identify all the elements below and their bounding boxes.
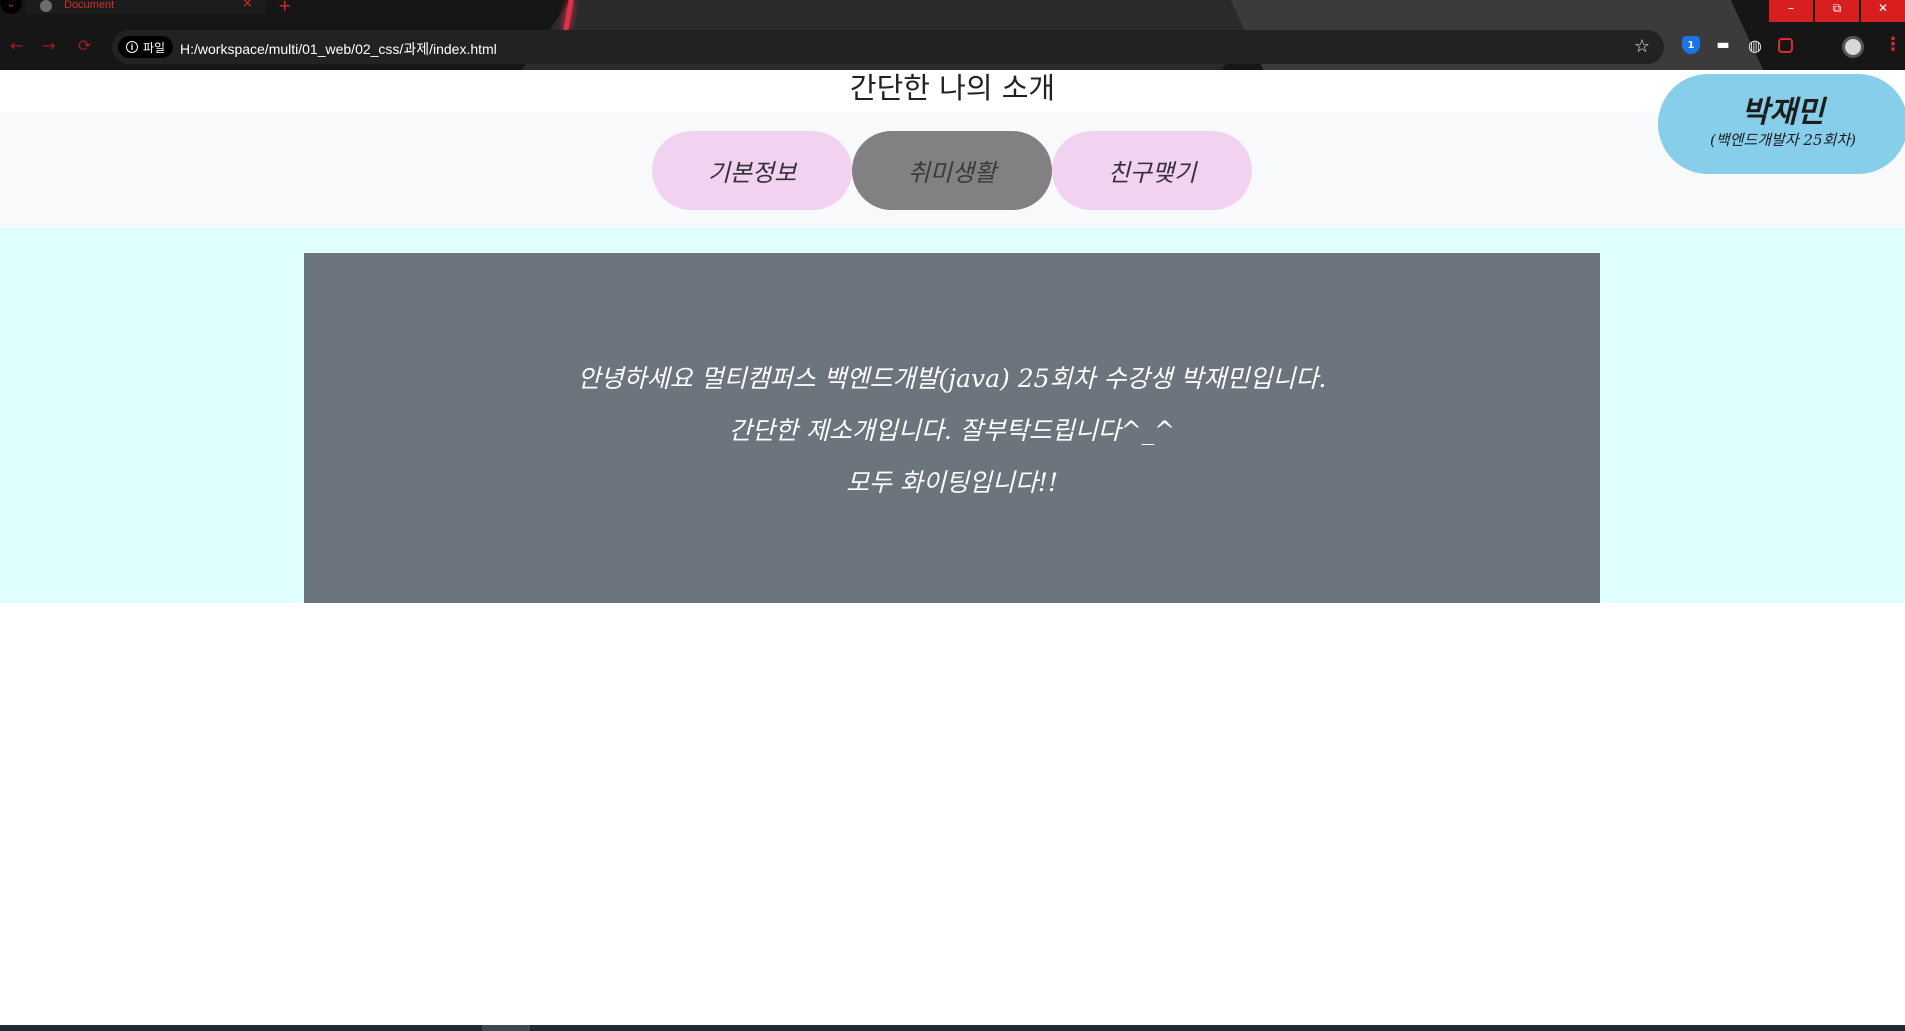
browser-toolbar: ← → ⟳ i 파일 H:/workspace/multi/01_web/02_… [0,28,1905,66]
info-icon: i [126,41,138,53]
nav-menu: 기본정보 취미생활 친구맺기 [652,131,1252,210]
minimize-button[interactable]: – [1769,0,1813,22]
nav-item-hobbies[interactable]: 취미생활 [852,131,1052,210]
site-info-chip[interactable]: i 파일 [118,36,174,58]
restore-button[interactable]: ⧉ [1815,0,1859,22]
bookmark-star-icon[interactable]: ☆ [1634,36,1650,57]
extension-icons: 1 ▬ ◍ [1682,36,1793,55]
puzzle-extension-icon[interactable] [1778,37,1793,53]
nav-item-friends[interactable]: 친구맺기 [1052,131,1252,210]
globe-extension-icon[interactable]: ◍ [1746,36,1764,55]
profile-subtitle: (백엔드개발자 25회차) [1710,131,1856,149]
shield-extension-icon[interactable]: 1 [1682,36,1700,54]
forward-arrow-icon[interactable]: → [42,36,55,55]
browser-chrome: ⌄ Document × + – ⧉ ✕ ← → ⟳ i 파일 H:/works… [0,0,1905,70]
intro-text: 안녕하세요 멀티캠퍼스 백엔드개발(java) 25회차 수강생 박재민입니다.… [304,353,1600,509]
tab-search-icon[interactable]: ⌄ [0,0,22,14]
profile-avatar[interactable] [1842,36,1864,58]
page-title: 간단한 나의 소개 [849,71,1056,105]
new-tab-button[interactable]: + [278,0,291,15]
globe-icon [40,0,52,12]
os-taskbar [0,1025,1905,1031]
security-label: 파일 [143,40,166,55]
profile-badge: 박재민 (백엔드개발자 25회차) [1658,74,1905,174]
nav-band: 기본정보 취미생활 친구맺기 [0,113,1905,228]
web-page: 간단한 나의 소개 기본정보 취미생활 친구맺기 박재민 (백엔드개발자 25회… [0,70,1905,1025]
reload-icon[interactable]: ⟳ [78,36,91,55]
browser-tab[interactable]: Document × [26,0,266,14]
window-controls: – ⧉ ✕ [1767,0,1905,22]
address-bar[interactable]: i 파일 H:/workspace/multi/01_web/02_css/과제… [112,30,1664,64]
intro-line: 모두 화이팅입니다!! [845,468,1059,497]
screen-extension-icon[interactable]: ▬ [1714,36,1732,54]
intro-box: 안녕하세요 멀티캠퍼스 백엔드개발(java) 25회차 수강생 박재민입니다.… [304,253,1600,603]
tab-title: Document [64,0,115,11]
nav-item-basic-info[interactable]: 기본정보 [652,131,852,210]
close-window-button[interactable]: ✕ [1861,0,1905,22]
profile-name: 박재민 [1741,95,1825,130]
intro-line: 안녕하세요 멀티캠퍼스 백엔드개발(java) 25회차 수강생 박재민입니다. [577,364,1327,393]
content-section: 안녕하세요 멀티캠퍼스 백엔드개발(java) 25회차 수강생 박재민입니다.… [0,228,1905,603]
url-text[interactable]: H:/workspace/multi/01_web/02_css/과제/inde… [180,39,497,59]
menu-kebab-icon[interactable]: ⋮ [1884,34,1902,55]
back-arrow-icon[interactable]: ← [10,36,23,55]
taskbar-item[interactable] [482,1025,530,1031]
intro-line: 간단한 제소개입니다. 잘부탁드립니다^_^ [728,416,1176,445]
tab-strip: ⌄ Document × + [0,0,1905,15]
tab-close-icon[interactable]: × [242,0,253,11]
